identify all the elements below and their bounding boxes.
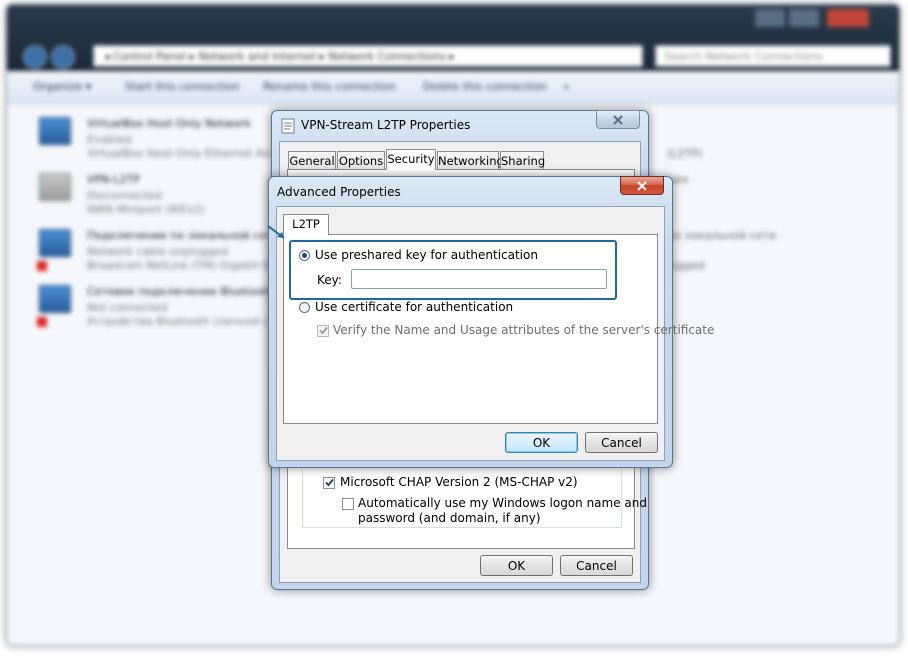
network-adapter-icon (39, 117, 71, 145)
organize-button[interactable]: Organize ▾ (33, 80, 91, 93)
maximize-button[interactable] (789, 9, 819, 27)
certificate-label: Use certificate for authentication (315, 300, 514, 314)
connection-status: Network cable unplugged (87, 245, 229, 258)
search-input[interactable]: Search Network Connections (655, 45, 891, 67)
list-item[interactable]: VirtualBox Host-Only Network Enabled Vir… (35, 113, 281, 169)
network-adapter-icon (39, 229, 71, 257)
cancel-button[interactable]: Cancel (560, 555, 633, 576)
connection-detail: (L2TP) (667, 147, 703, 160)
auto-logon-label: Automatically use my Windows logon name … (358, 496, 647, 510)
dialog-title: VPN-Stream L2TP Properties (301, 118, 471, 132)
l2tp-tab-panel: Use preshared key for authentication Key… (283, 234, 714, 424)
rename-connection-button[interactable]: Rename this connection (263, 80, 396, 93)
connection-status: Enabled (87, 133, 132, 146)
bluetooth-adapter-icon (39, 285, 71, 313)
mschap-v2-checkbox[interactable] (323, 477, 335, 489)
error-x-icon (37, 261, 47, 271)
connection-name: Подключение по локальной сети (87, 229, 280, 242)
preshared-key-label: Use preshared key for authentication (315, 248, 538, 262)
key-label: Key: (317, 273, 342, 287)
certificate-radio[interactable] (299, 302, 310, 313)
connection-name: VPN-L2TP (87, 173, 140, 186)
preshared-key-radio[interactable] (299, 250, 310, 261)
vpn-adapter-icon (39, 173, 71, 201)
close-button[interactable] (827, 9, 869, 27)
connection-status: Disconnected (87, 189, 162, 202)
dialog-title: Advanced Properties (277, 185, 401, 199)
tab-networking[interactable]: Networking (437, 151, 504, 169)
list-item[interactable]: Сетевое подключение Bluetooth Not connec… (35, 281, 279, 337)
tab-security[interactable]: Security (386, 149, 436, 170)
connection-device: VirtualBox Host-Only Ethernet Ad... (87, 147, 281, 160)
connection-device: WAN Miniport (IKEv2) (87, 203, 205, 216)
auto-logon-checkbox[interactable] (342, 498, 354, 510)
list-item[interactable]: Подключение по локальной сети Network ca… (35, 225, 280, 281)
verify-certificate-checkbox[interactable] (317, 325, 329, 337)
ok-button[interactable]: OK (505, 432, 578, 453)
list-item[interactable]: VPN-L2TP Disconnected WAN Miniport (IKEv… (35, 169, 275, 225)
error-x-icon (37, 317, 47, 327)
close-icon (637, 181, 647, 191)
more-commands-button[interactable]: » (563, 80, 570, 93)
dialog-body: L2TP Use preshared key for authenticatio… (276, 206, 714, 461)
advanced-properties-dialog: Advanced Properties L2TP Use preshared k… (268, 176, 714, 468)
check-icon (325, 478, 334, 487)
command-bar: Organize ▾ Start this connection Rename … (7, 71, 899, 104)
mschap-v2-label: Microsoft CHAP Version 2 (MS-CHAP v2) (340, 475, 578, 489)
auto-logon-label-continued: password (and domain, if any) (358, 511, 541, 525)
address-bar[interactable]: ◂ Control Panel ▸ Network and Internet ▸… (93, 45, 643, 67)
check-icon (319, 326, 328, 335)
verify-certificate-label: Verify the Name and Usage attributes of … (333, 323, 715, 337)
properties-page-icon (281, 118, 295, 134)
connection-name: Сетевое подключение Bluetooth (87, 285, 274, 298)
tab-options[interactable]: Options (337, 151, 385, 169)
tab-general[interactable]: General (288, 151, 336, 169)
delete-connection-button[interactable]: Delete this connection (423, 80, 547, 93)
cancel-button[interactable]: Cancel (585, 432, 658, 453)
connection-device: Устройства Bluetooth (личной с... (87, 315, 280, 328)
tab-l2tp[interactable]: L2TP (283, 214, 329, 235)
connection-name: VirtualBox Host-Only Network (87, 117, 251, 130)
close-button[interactable] (620, 176, 664, 195)
close-button[interactable] (596, 110, 640, 129)
connection-status: Not connected (87, 301, 168, 314)
connection-detail: по локальной сети (667, 229, 777, 242)
tab-sharing[interactable]: Sharing (500, 151, 545, 169)
minimize-button[interactable] (755, 9, 785, 27)
connection-device: Broadcom NetLink (TM) Gigabit E... (87, 259, 281, 272)
start-connection-button[interactable]: Start this connection (125, 80, 240, 93)
back-icon[interactable] (23, 45, 47, 69)
close-icon (613, 115, 623, 125)
ok-button[interactable]: OK (480, 555, 553, 576)
key-input[interactable] (351, 269, 607, 289)
forward-icon[interactable] (51, 45, 75, 69)
